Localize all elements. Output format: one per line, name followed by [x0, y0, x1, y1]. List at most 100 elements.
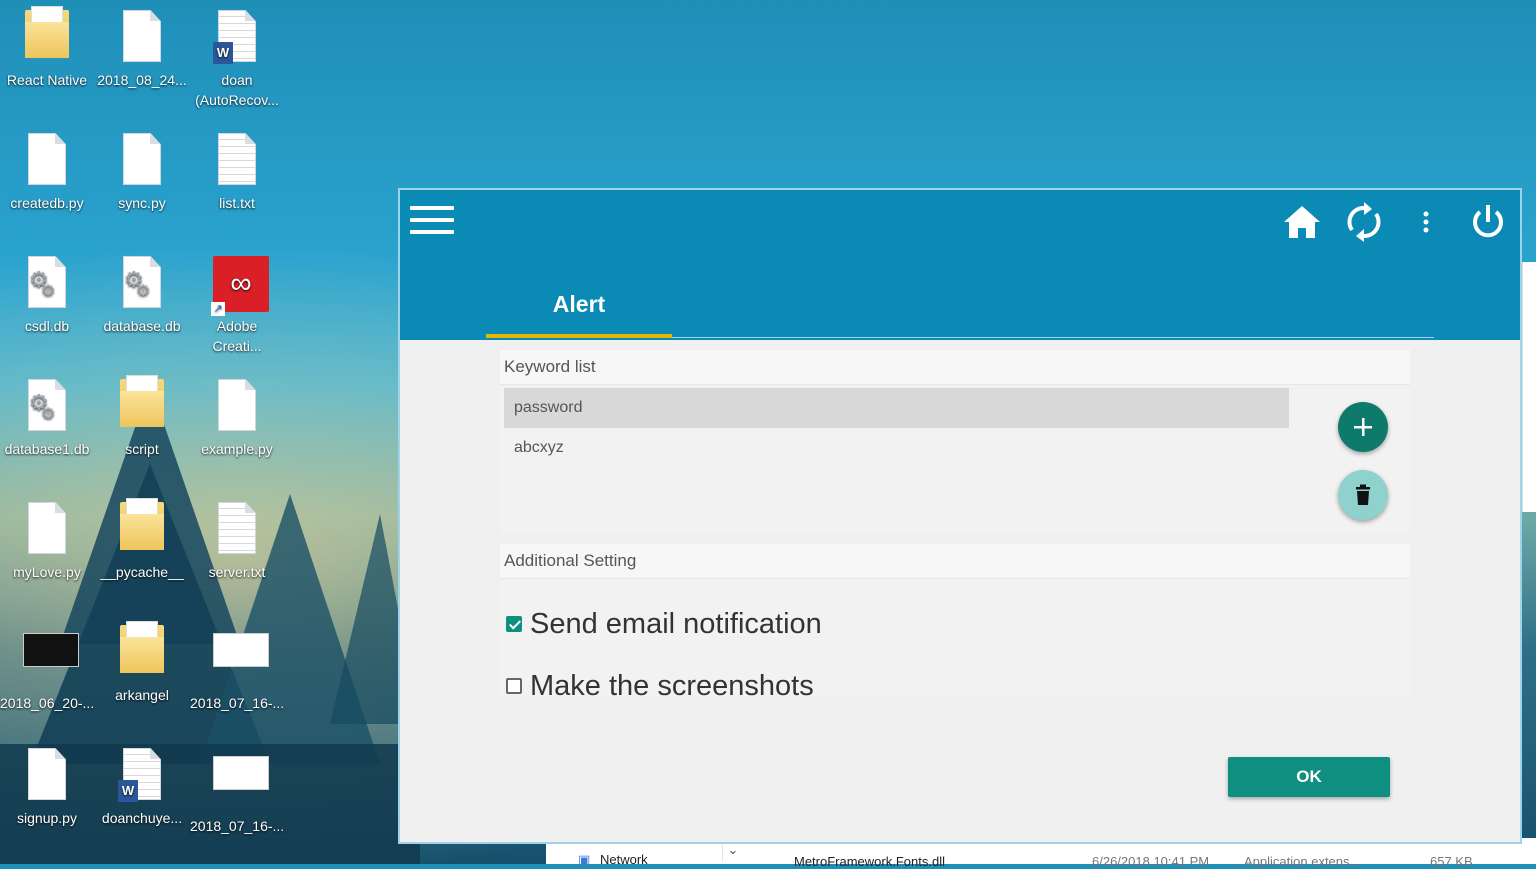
- desktop-icon-label: 2018_07_16-...: [190, 695, 285, 711]
- desktop-icon[interactable]: server.txt: [190, 494, 284, 612]
- video-thumbnail-icon: [23, 633, 79, 691]
- more-vertical-icon[interactable]: [1404, 200, 1448, 244]
- desktop-icon[interactable]: React Native: [0, 2, 94, 120]
- explorer-file-date: 6/26/2018 10:41 PM: [1092, 854, 1210, 869]
- chevron-down-icon[interactable]: ⌄: [722, 842, 743, 862]
- plus-icon: [1354, 418, 1372, 436]
- desktop-icon-label: example.py: [201, 441, 273, 457]
- desktop-icon[interactable]: 2018_08_24...: [95, 2, 189, 120]
- desktop-icon-label: database1.db: [4, 441, 90, 457]
- settings-file-icon: ⚙ ⚙: [118, 256, 166, 314]
- file-icon: [23, 748, 71, 806]
- desktop-icon-label: csdl.db: [24, 318, 70, 334]
- desktop-icon-label: 2018_06_20-...: [0, 695, 95, 711]
- folder-icon: [23, 6, 71, 68]
- tab-divider: [672, 337, 1434, 338]
- desktop-icon[interactable]: ∞ ↗ Adobe Creati...: [190, 248, 284, 366]
- explorer-nav-network[interactable]: Network: [600, 852, 648, 867]
- background-window-edge: [1522, 262, 1536, 512]
- file-icon: [23, 133, 71, 191]
- file-icon: [118, 133, 166, 191]
- word-doc-icon: W: [213, 10, 261, 68]
- desktop-icon[interactable]: arkangel: [95, 617, 189, 735]
- desktop-icon[interactable]: list.txt: [190, 125, 284, 243]
- desktop-icon[interactable]: script: [95, 371, 189, 489]
- desktop-icon[interactable]: example.py: [190, 371, 284, 489]
- desktop-icon-label: script: [125, 441, 159, 457]
- desktop-icon-label: signup.py: [17, 810, 77, 826]
- ok-button[interactable]: OK: [1228, 757, 1390, 797]
- keyword-list-section: Keyword list password abcxyz: [500, 350, 1410, 534]
- desktop-icon-label: createdb.py: [10, 195, 84, 211]
- tab-underline: [486, 334, 672, 338]
- desktop-icon[interactable]: __pycache__: [95, 494, 189, 612]
- desktop-icon-label: 2018_07_16-...: [190, 818, 285, 834]
- add-keyword-button[interactable]: [1338, 402, 1388, 452]
- home-icon[interactable]: [1280, 200, 1324, 244]
- desktop-icon-label: doan (AutoRecov...: [195, 72, 279, 108]
- desktop-icon[interactable]: 2018_06_20-...: [0, 617, 94, 735]
- folder-icon: [118, 498, 166, 560]
- additional-setting-section: Additional Setting Send email notificati…: [500, 544, 1410, 702]
- keyword-list: password abcxyz: [504, 388, 1289, 468]
- desktop-icon-label: __pycache__: [100, 564, 184, 580]
- desktop-icon[interactable]: Wdoan (AutoRecov...: [190, 2, 284, 120]
- desktop-icon[interactable]: ⚙ ⚙ csdl.db: [0, 248, 94, 366]
- keyword-list-item[interactable]: abcxyz: [504, 428, 1289, 468]
- app-header: Alert: [400, 190, 1520, 340]
- keyword-list-item[interactable]: password: [504, 388, 1289, 428]
- send-email-label: Send email notification: [530, 607, 822, 640]
- folder-icon: [118, 375, 166, 437]
- explorer-file-name[interactable]: MetroFramework.Fonts.dll: [794, 854, 945, 869]
- tab-alert-label: Alert: [552, 291, 606, 317]
- settings-file-icon: ⚙ ⚙: [23, 379, 71, 437]
- file-icon: [213, 379, 261, 437]
- file-icon: [118, 10, 166, 68]
- image-thumbnail-icon: [213, 633, 269, 691]
- file-icon: [23, 502, 71, 560]
- delete-keyword-button[interactable]: [1338, 470, 1388, 520]
- desktop-icon-label: myLove.py: [13, 564, 81, 580]
- explorer-file-type: Application extens...: [1244, 854, 1361, 869]
- desktop-icon-label: list.txt: [219, 195, 255, 211]
- explorer-file-size: 657 KB: [1430, 854, 1473, 869]
- tab-alert[interactable]: Alert: [486, 278, 672, 338]
- text-file-icon: [213, 502, 261, 560]
- desktop-icon-label: doanchuye...: [101, 810, 183, 826]
- desktop-icon[interactable]: Wdoanchuye...: [95, 740, 189, 858]
- desktop-icon-label: database.db: [103, 318, 181, 334]
- word-doc-icon: W: [118, 748, 166, 806]
- screenshots-checkbox-row[interactable]: Make the screenshots: [506, 668, 814, 704]
- screenshots-checkbox[interactable]: [506, 678, 522, 694]
- folder-icon: [118, 621, 166, 683]
- desktop-icon-label: server.txt: [208, 564, 266, 580]
- desktop-icon[interactable]: signup.py: [0, 740, 94, 858]
- sync-icon[interactable]: [1342, 200, 1386, 244]
- keyword-list-title: Keyword list: [500, 350, 1410, 385]
- desktop-icon-label: 2018_08_24...: [97, 72, 187, 88]
- desktop-icon[interactable]: sync.py: [95, 125, 189, 243]
- desktop-icon-label: sync.py: [118, 195, 166, 211]
- settings-file-icon: ⚙ ⚙: [23, 256, 71, 314]
- send-email-checkbox[interactable]: [506, 616, 522, 632]
- hamburger-menu-icon[interactable]: [410, 206, 454, 240]
- desktop-icon[interactable]: ⚙ ⚙ database1.db: [0, 371, 94, 489]
- desktop-icon-label: Adobe Creati...: [212, 318, 262, 354]
- send-email-checkbox-row[interactable]: Send email notification: [506, 606, 822, 642]
- alert-settings-window: Alert Keyword list password abcxyz Additi…: [398, 188, 1522, 844]
- image-thumbnail-icon: [213, 756, 269, 814]
- screenshots-label: Make the screenshots: [530, 669, 814, 702]
- desktop-icon[interactable]: 2018_07_16-...: [190, 617, 284, 735]
- adobe-cc-icon: ∞ ↗: [211, 256, 269, 316]
- trash-icon: [1356, 484, 1370, 505]
- desktop-icon-label: arkangel: [115, 687, 169, 703]
- desktop-icon[interactable]: 2018_07_16-...: [190, 740, 284, 858]
- power-icon[interactable]: [1466, 200, 1510, 244]
- desktop-icon-label: React Native: [6, 72, 88, 88]
- network-icon: ▣: [578, 852, 591, 867]
- text-file-icon: [213, 133, 261, 191]
- additional-setting-title: Additional Setting: [500, 544, 1410, 579]
- desktop-icon[interactable]: myLove.py: [0, 494, 94, 612]
- desktop-icon[interactable]: ⚙ ⚙ database.db: [95, 248, 189, 366]
- desktop-icon[interactable]: createdb.py: [0, 125, 94, 243]
